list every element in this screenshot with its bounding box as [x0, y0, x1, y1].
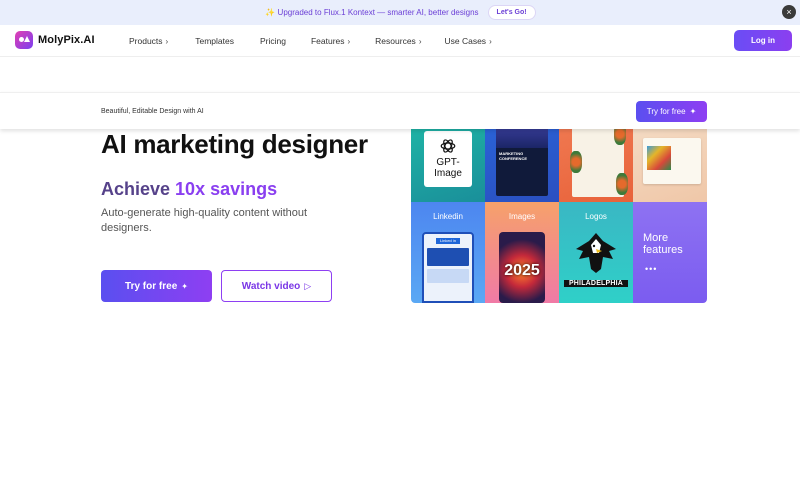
linkedin-label: Linkedin: [433, 212, 463, 221]
flower-decoration: [570, 151, 582, 173]
announcement-bar: ✨ Upgraded to Flux.1 Kontext — smarter A…: [0, 0, 800, 25]
image-year: 2025: [504, 262, 540, 279]
try-free-button[interactable]: Try for free ✦: [101, 270, 212, 302]
flyer-card: [643, 138, 701, 184]
button-label: Try for free: [125, 280, 178, 292]
chevron-right-icon: ›: [418, 36, 422, 46]
close-icon[interactable]: ×: [782, 5, 796, 19]
brand-name: MolyPix.AI: [38, 34, 95, 46]
nav-menu: Products › Templates Pricing Features › Re…: [129, 25, 492, 57]
feature-grid: GPT-Image MARKETING CONFERENCE Linkedin …: [411, 118, 707, 303]
gpt-label: GPT-Image: [434, 157, 462, 179]
conference-title: MARKETING CONFERENCE: [499, 151, 528, 161]
nav-item-resources[interactable]: Resources ›: [375, 36, 421, 46]
tile-conference[interactable]: MARKETING CONFERENCE: [485, 118, 559, 202]
tile-gpt-image[interactable]: GPT-Image: [411, 118, 485, 202]
sticky-try-free-button[interactable]: Try for free ✦: [636, 101, 707, 122]
tile-logos[interactable]: Logos PHILADELPHIA: [559, 202, 633, 303]
post-block: [427, 248, 469, 266]
sticky-tagline: Beautiful, Editable Design with AI: [101, 108, 204, 115]
hero-description: Auto-generate high-quality content witho…: [101, 207, 308, 234]
tile-more-features[interactable]: More features •••: [633, 202, 707, 303]
sparkle-icon: ✦: [689, 107, 697, 116]
chevron-right-icon: ›: [165, 36, 169, 46]
conference-poster: MARKETING CONFERENCE: [496, 124, 548, 196]
nav-item-label: Use Cases: [444, 36, 487, 46]
tile-event-flyer[interactable]: [633, 118, 707, 202]
ellipsis-icon: •••: [645, 264, 658, 274]
nav-item-label: Resources: [375, 36, 416, 46]
invitation-card: [570, 123, 628, 197]
gpt-card: GPT-Image: [424, 131, 472, 187]
announcement-text: ✨ Upgraded to Flux.1 Kontext — smarter A…: [265, 8, 479, 17]
nav-item-label: Products: [129, 36, 163, 46]
subtitle-prefix: Achieve: [101, 179, 176, 199]
sticky-cta-bar: Beautiful, Editable Design with AI Try f…: [0, 92, 800, 129]
hero-title: AI marketing designer: [101, 129, 368, 159]
play-icon: ▷: [304, 280, 312, 291]
brand-logo[interactable]: MolyPix.AI: [15, 31, 95, 49]
hero-subtitle: Achieve 10x savings: [101, 179, 277, 200]
nav-item-label: Pricing: [259, 36, 286, 46]
nav-item-label: Templates: [195, 36, 234, 46]
top-nav: MolyPix.AI Products › Templates Pricing F…: [0, 25, 800, 57]
tile-images[interactable]: Images 2025: [485, 202, 559, 303]
login-button[interactable]: Log in: [734, 30, 792, 51]
openai-icon: [440, 139, 456, 153]
flower-decoration: [616, 173, 628, 195]
lets-go-button[interactable]: Let's Go!: [488, 6, 535, 19]
nav-item-features[interactable]: Features ›: [311, 36, 350, 46]
chevron-right-icon: ›: [347, 36, 351, 46]
post-block: [427, 269, 469, 283]
nav-item-label: Features: [310, 36, 345, 46]
sparkle-icon: ✦: [181, 281, 188, 291]
nav-item-products[interactable]: Products ›: [129, 36, 168, 46]
logo-icon: [15, 31, 33, 49]
nav-item-pricing[interactable]: Pricing: [260, 36, 286, 46]
button-label: Try for free: [646, 107, 686, 116]
watch-video-button[interactable]: Watch video ▷: [221, 270, 332, 302]
logos-label: Logos: [585, 212, 607, 221]
button-label: Watch video: [241, 280, 301, 292]
tile-invitation[interactable]: [559, 118, 633, 202]
more-features-label: More features: [643, 232, 683, 256]
nav-item-use-cases[interactable]: Use Cases ›: [444, 36, 491, 46]
tile-linkedin[interactable]: Linkedin Linked in: [411, 202, 485, 303]
images-label: Images: [508, 212, 536, 221]
subtitle-accent: 10x savings: [175, 179, 278, 199]
linkedin-post-preview: Linked in: [422, 232, 474, 303]
chevron-right-icon: ›: [489, 36, 492, 46]
image-preview: 2025: [499, 232, 545, 303]
flyer-image: [647, 146, 671, 170]
nav-item-templates[interactable]: Templates: [195, 36, 234, 46]
eagle-icon: [576, 233, 616, 273]
linkedin-header: Linked in: [436, 238, 460, 244]
logo-wordmark: PHILADELPHIA: [564, 280, 628, 287]
